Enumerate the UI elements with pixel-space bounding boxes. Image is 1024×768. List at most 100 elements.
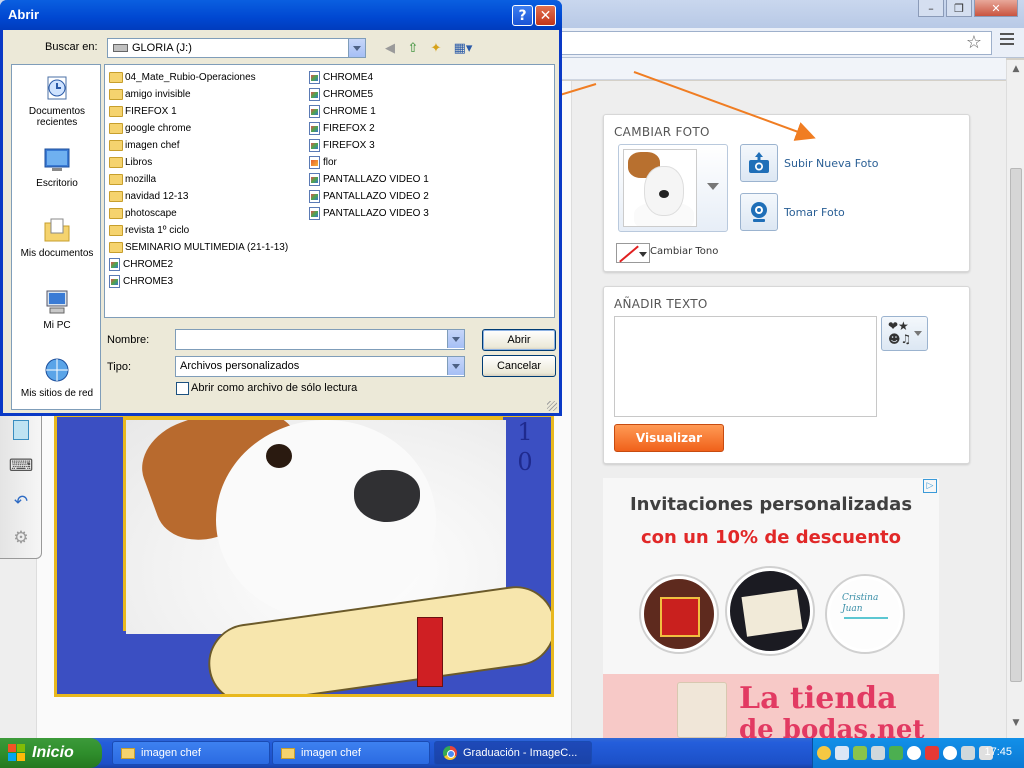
drive-icon <box>113 44 128 52</box>
place-my-computer[interactable]: Mi PC <box>12 287 102 331</box>
folder-icon <box>109 139 123 151</box>
taskbar-item[interactable]: Graduación - ImageC... <box>434 741 592 765</box>
chevron-down-icon[interactable] <box>348 39 365 57</box>
file-list[interactable]: 04_Mate_Rubio-Operaciones amigo invisibl… <box>104 64 555 318</box>
image-file-icon <box>309 104 320 118</box>
chevron-down-icon[interactable] <box>447 357 464 375</box>
my-documents-icon <box>44 218 70 242</box>
list-item[interactable]: flor <box>309 154 337 170</box>
chrome-icon <box>443 746 457 760</box>
my-computer-icon <box>46 290 68 314</box>
open-button[interactable]: Abrir <box>482 329 556 351</box>
close-dialog-button[interactable]: ✕ <box>535 5 556 26</box>
list-item[interactable]: PANTALLAZO VIDEO 1 <box>309 171 429 187</box>
clipboard-icon[interactable] <box>8 417 34 443</box>
open-file-dialog: Abrir ? ✕ Buscar en: GLORIA (J:) ◀ ⇧ ✦ ▦… <box>0 0 562 416</box>
dialog-titlebar[interactable]: Abrir ? ✕ <box>0 0 562 30</box>
back-icon[interactable]: ◀ <box>381 39 399 57</box>
image-file-icon <box>309 172 320 186</box>
taskbar-item[interactable]: imagen chef <box>272 741 430 765</box>
windows-logo-icon <box>8 744 26 762</box>
smiley-icon[interactable] <box>817 746 831 760</box>
file-name-label: Nombre: <box>107 334 150 346</box>
list-item[interactable]: PANTALLAZO VIDEO 3 <box>309 205 429 221</box>
start-button[interactable]: Inicio <box>0 738 102 768</box>
folder-icon <box>109 241 123 253</box>
read-only-checkbox[interactable] <box>176 382 189 395</box>
security-icon[interactable] <box>853 746 867 760</box>
list-item[interactable]: CHROME2 <box>109 256 173 272</box>
folder-icon <box>109 122 123 134</box>
system-tray: 17:45 <box>812 738 1024 768</box>
network-places-icon <box>45 358 69 382</box>
image-file-icon <box>109 274 120 288</box>
list-item[interactable]: FIREFOX 3 <box>309 137 375 153</box>
folder-icon <box>109 207 123 219</box>
update-icon[interactable] <box>889 746 903 760</box>
folder-icon <box>109 173 123 185</box>
read-only-label[interactable]: Abrir como archivo de sólo lectura <box>191 382 357 394</box>
resize-grip-icon[interactable] <box>547 401 557 411</box>
file-name-input[interactable] <box>175 329 465 350</box>
image-file-icon <box>309 189 320 203</box>
folder-icon <box>109 156 123 168</box>
chevron-down-icon[interactable] <box>447 330 464 348</box>
folder-icon <box>109 190 123 202</box>
list-item[interactable]: google chrome <box>109 120 191 136</box>
folder-icon <box>109 224 123 236</box>
list-item[interactable]: photoscape <box>109 205 177 221</box>
dialog-title: Abrir <box>8 7 40 22</box>
clock: 17:45 <box>984 746 1012 758</box>
undo-icon[interactable]: ↶ <box>8 489 34 515</box>
start-label: Inicio <box>32 744 74 761</box>
list-item[interactable]: Libros <box>109 154 152 170</box>
network-icon[interactable] <box>835 746 849 760</box>
place-my-documents[interactable]: Mis documentos <box>12 215 102 259</box>
list-item[interactable]: imagen chef <box>109 137 179 153</box>
place-recent-documents[interactable]: Documentos recientes <box>12 73 102 128</box>
arrow-to-upload-photo <box>633 71 816 141</box>
cancel-button[interactable]: Cancelar <box>482 355 556 377</box>
folder-icon <box>109 105 123 117</box>
up-folder-icon[interactable]: ⇧ <box>404 39 422 57</box>
taskbar-item[interactable]: imagen chef <box>112 741 270 765</box>
view-menu-icon[interactable]: ▦▾ <box>451 39 475 57</box>
list-item[interactable]: SEMINARIO MULTIMEDIA (21-1-13) <box>109 239 288 255</box>
place-desktop[interactable]: Escritorio <box>12 145 102 189</box>
list-item[interactable]: FIREFOX 2 <box>309 120 375 136</box>
folder-icon <box>281 747 295 759</box>
look-in-label: Buscar en: <box>45 41 98 53</box>
look-in-combobox[interactable]: GLORIA (J:) <box>107 38 366 58</box>
list-item[interactable]: mozilla <box>109 171 156 187</box>
list-item[interactable]: FIREFOX 1 <box>109 103 177 119</box>
image-file-icon <box>309 70 320 84</box>
list-item[interactable]: PANTALLAZO VIDEO 2 <box>309 188 429 204</box>
folder-icon <box>109 71 123 83</box>
clock-sync-icon[interactable] <box>907 746 921 760</box>
list-item[interactable]: CHROME3 <box>109 273 173 289</box>
settings-icon[interactable]: ⚙ <box>8 525 34 551</box>
wifi-icon[interactable] <box>961 746 975 760</box>
help-button[interactable]: ? <box>512 5 533 26</box>
image-file-icon <box>309 206 320 220</box>
list-item[interactable]: revista 1º ciclo <box>109 222 189 238</box>
list-item[interactable]: 04_Mate_Rubio-Operaciones <box>109 69 256 85</box>
place-network[interactable]: Mis sitios de red <box>12 355 102 399</box>
folder-icon <box>121 747 135 759</box>
image-file-icon <box>109 257 120 271</box>
list-item[interactable]: CHROME5 <box>309 86 373 102</box>
keyboard-icon[interactable]: ⌨ <box>8 453 34 479</box>
desktop-icon <box>44 148 70 171</box>
new-folder-icon[interactable]: ✦ <box>427 39 445 57</box>
device-icon[interactable] <box>871 746 885 760</box>
image-file-icon <box>309 121 320 135</box>
panda-icon[interactable] <box>943 746 957 760</box>
list-item[interactable]: amigo invisible <box>109 86 191 102</box>
file-type-select[interactable]: Archivos personalizados <box>175 356 465 377</box>
image-file-icon <box>309 138 320 152</box>
list-item[interactable]: CHROME4 <box>309 69 373 85</box>
recent-documents-icon <box>47 76 67 100</box>
alert-icon[interactable] <box>925 746 939 760</box>
list-item[interactable]: navidad 12-13 <box>109 188 188 204</box>
list-item[interactable]: CHROME 1 <box>309 103 376 119</box>
